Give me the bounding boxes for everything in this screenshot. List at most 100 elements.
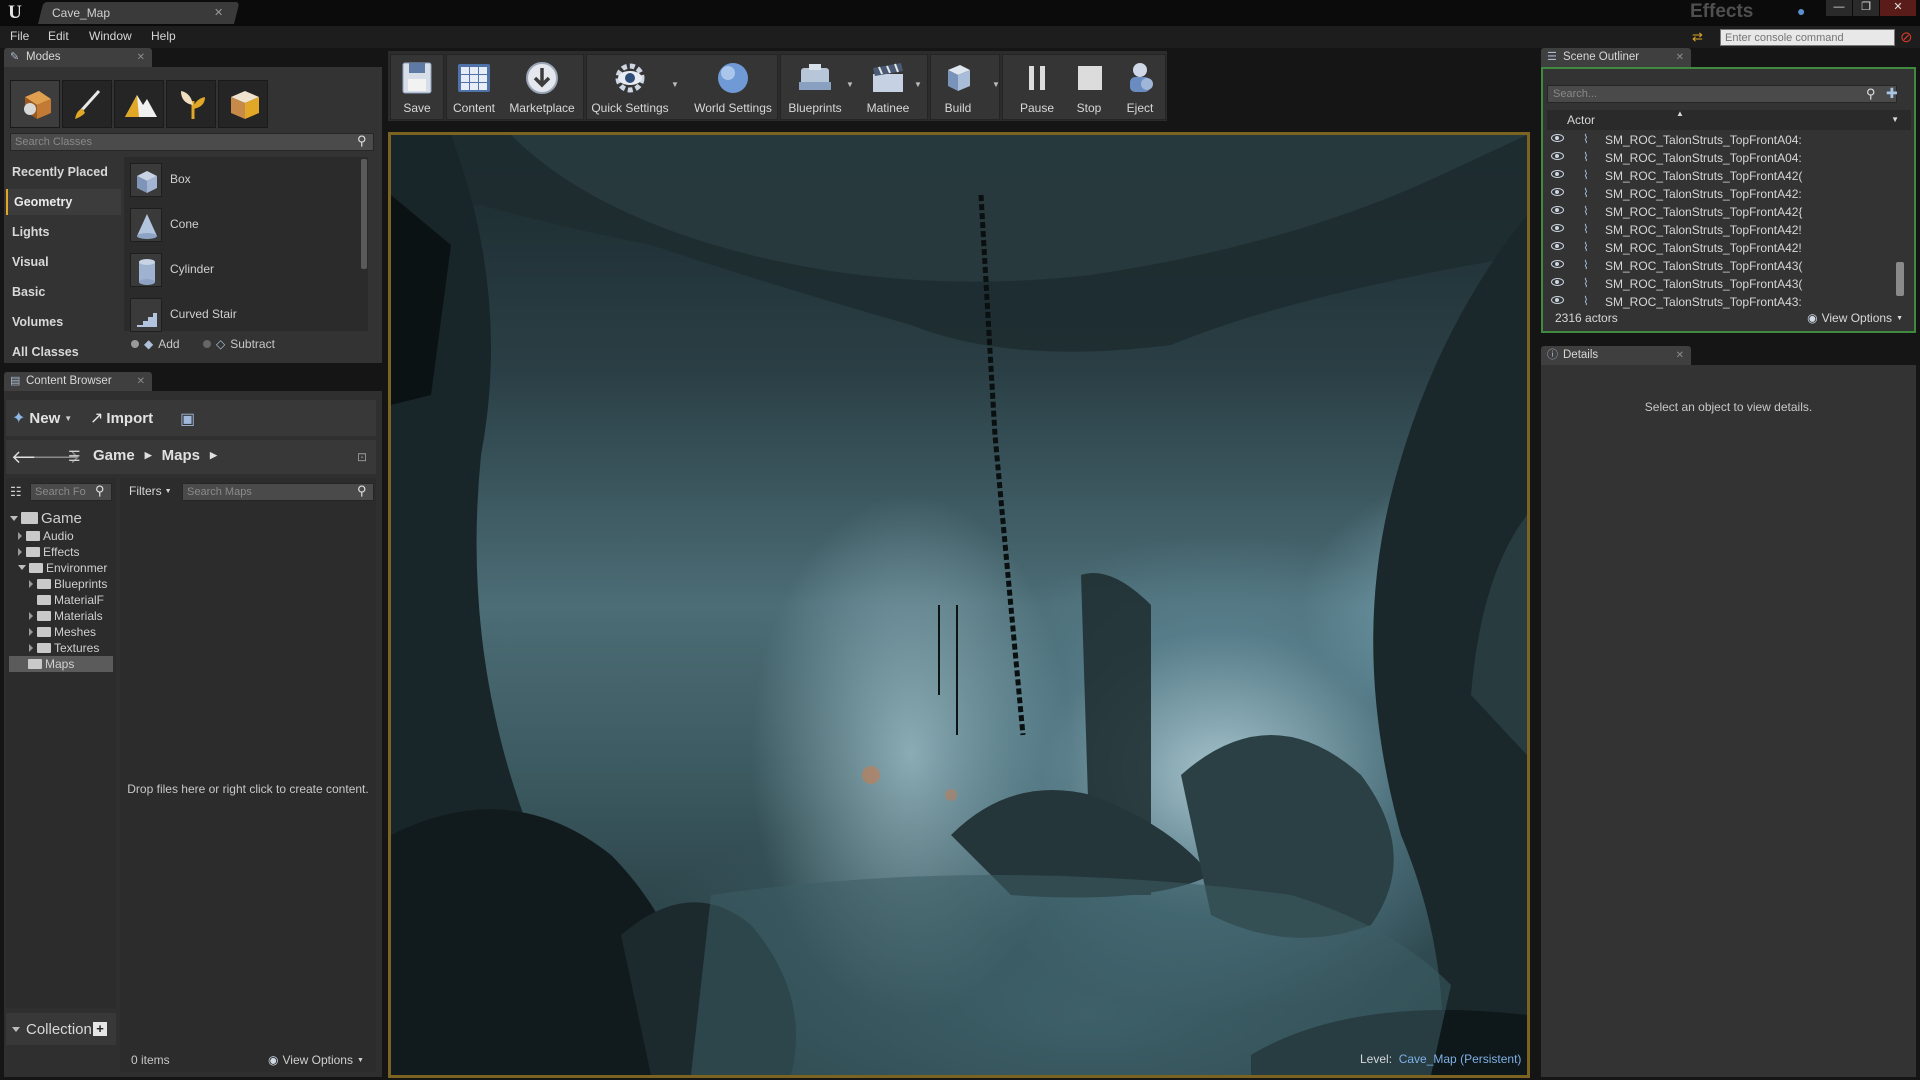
geometry-mode-button[interactable] [218, 80, 268, 128]
outliner-row[interactable]: ⌇ SM_ROC_TalonStruts_TopFrontA42! [1547, 239, 1897, 257]
menu-window[interactable]: Window [89, 29, 132, 43]
class-item-cylinder[interactable]: Cylinder [128, 249, 358, 291]
tab-modes[interactable]: ✎ Modes ✕ [4, 48, 152, 67]
eject-button[interactable]: Eject [1116, 57, 1164, 117]
collections-header[interactable]: Collection [12, 1021, 92, 1038]
tree-item-meshes[interactable]: Meshes [29, 625, 114, 639]
filters-button[interactable]: Filters ▼ [129, 484, 172, 498]
outliner-row[interactable]: ⌇ SM_ROC_TalonStruts_TopFrontA42! [1547, 221, 1897, 239]
search-classes-input[interactable]: Search Classes [10, 133, 374, 151]
brush-add-option[interactable]: ◆ Add [131, 337, 180, 351]
category-lights[interactable]: Lights [6, 219, 121, 245]
add-collection-icon[interactable]: + [93, 1022, 107, 1036]
visibility-eye-icon[interactable] [1551, 242, 1564, 250]
world-settings-button[interactable]: World Settings [690, 57, 776, 117]
menu-file[interactable]: File [10, 29, 29, 43]
outliner-row[interactable]: ⌇ SM_ROC_TalonStruts_TopFrontA43( [1547, 275, 1897, 293]
chevron-right-icon[interactable]: ▶ [210, 450, 217, 461]
chevron-down-icon[interactable]: ▼ [992, 80, 1000, 89]
tree-root-game[interactable]: Game [10, 510, 82, 527]
tree-item-audio[interactable]: Audio [18, 529, 74, 543]
category-visual[interactable]: Visual [6, 249, 121, 275]
console-command-input[interactable] [1720, 29, 1895, 46]
notification-icon[interactable]: ● [1797, 3, 1805, 19]
create-folder-icon[interactable]: ✚ [1886, 85, 1898, 102]
outliner-column-header[interactable]: Actor ▲ ▼ [1547, 109, 1911, 130]
build-button[interactable]: Build [932, 57, 984, 117]
save-all-icon[interactable]: ▣ [180, 409, 195, 429]
outliner-view-options-button[interactable]: ◉ View Options ▼ [1807, 311, 1903, 325]
save-button[interactable]: Save [392, 57, 442, 117]
close-icon[interactable]: ✕ [137, 372, 145, 391]
import-button[interactable]: ↗ Import [90, 408, 153, 428]
outliner-row[interactable]: ⌇ SM_ROC_TalonStruts_TopFrontA42: [1547, 185, 1897, 203]
place-mode-button[interactable] [10, 80, 60, 128]
foliage-mode-button[interactable] [166, 80, 216, 128]
visibility-eye-icon[interactable] [1551, 188, 1564, 196]
content-button[interactable]: Content [448, 57, 500, 117]
tree-item-blueprints[interactable]: Blueprints [29, 577, 114, 591]
class-item-cone[interactable]: Cone [128, 204, 358, 246]
class-list-scrollbar[interactable] [361, 159, 367, 269]
minimize-button[interactable]: — [1826, 0, 1852, 16]
lock-icon[interactable]: ⊡ [357, 450, 367, 464]
unreal-logo-icon[interactable]: U [4, 2, 26, 24]
tree-item-materialf[interactable]: MaterialF [29, 593, 114, 607]
category-geometry[interactable]: Geometry [6, 189, 121, 215]
blueprints-button[interactable]: Blueprints [782, 57, 848, 117]
close-icon[interactable]: ✕ [1676, 48, 1684, 67]
tab-scene-outliner[interactable]: ☰ Scene Outliner ✕ [1541, 48, 1691, 67]
chevron-down-icon[interactable]: ▼ [914, 80, 922, 89]
matinee-button[interactable]: Matinee [858, 57, 918, 117]
breadcrumb-maps[interactable]: Maps [162, 447, 200, 464]
brush-subtract-option[interactable]: ◇ Subtract [203, 337, 275, 351]
new-asset-button[interactable]: ✦ New ▼ [12, 408, 72, 428]
visibility-eye-icon[interactable] [1551, 224, 1564, 232]
visibility-eye-icon[interactable] [1551, 296, 1564, 304]
visibility-eye-icon[interactable] [1551, 134, 1564, 142]
tree-item-materials[interactable]: Materials [29, 609, 114, 623]
close-window-button[interactable]: ✕ [1880, 0, 1916, 16]
chevron-down-icon[interactable]: ▼ [846, 80, 854, 89]
class-item-box[interactable]: Box [128, 159, 358, 201]
visibility-eye-icon[interactable] [1551, 260, 1564, 268]
chevron-down-icon[interactable]: ▼ [671, 80, 679, 89]
category-all-classes[interactable]: All Classes [6, 339, 121, 365]
chevron-down-icon[interactable]: ▼ [1891, 115, 1899, 124]
category-volumes[interactable]: Volumes [6, 309, 121, 335]
path-list-icon[interactable]: ☰ [68, 448, 81, 465]
restore-button[interactable]: ❐ [1853, 0, 1879, 16]
category-basic[interactable]: Basic [6, 279, 121, 305]
stop-button[interactable]: Stop [1064, 57, 1114, 117]
sources-toggle-icon[interactable]: ☷ [10, 484, 22, 500]
view-options-button[interactable]: ◉ View Options ▼ [268, 1053, 364, 1067]
close-icon[interactable]: ✕ [1676, 346, 1684, 365]
level-name[interactable]: Cave_Map (Persistent) [1399, 1052, 1522, 1066]
outliner-scrollbar[interactable] [1896, 262, 1904, 296]
level-viewport[interactable] [391, 135, 1527, 1075]
outliner-search-input[interactable]: Search... [1547, 85, 1897, 103]
pause-button[interactable]: Pause [1012, 57, 1062, 117]
landscape-mode-button[interactable] [114, 80, 164, 128]
search-maps-input[interactable]: Search Maps [182, 483, 374, 501]
tree-item-effects[interactable]: Effects [18, 545, 79, 559]
quick-settings-button[interactable]: Quick Settings [588, 57, 672, 117]
tab-details[interactable]: ⓘ Details ✕ [1541, 346, 1691, 365]
outliner-row[interactable]: ⌇ SM_ROC_TalonStruts_TopFrontA43( [1547, 257, 1897, 275]
tree-item-environment[interactable]: Environmer [18, 561, 114, 575]
chevron-right-icon[interactable]: ▶ [145, 450, 152, 461]
marketplace-button[interactable]: Marketplace [503, 57, 581, 117]
tab-content-browser[interactable]: ▤ Content Browser ✕ [4, 372, 152, 391]
paint-mode-button[interactable] [62, 80, 112, 128]
visibility-eye-icon[interactable] [1551, 278, 1564, 286]
close-tab-icon[interactable]: ✕ [214, 4, 223, 22]
category-recently-placed[interactable]: Recently Placed [6, 159, 121, 185]
class-item-curved-stair[interactable]: Curved Stair [128, 294, 358, 336]
outliner-row[interactable]: ⌇ SM_ROC_TalonStruts_TopFrontA42( [1547, 167, 1897, 185]
visibility-eye-icon[interactable] [1551, 206, 1564, 214]
outliner-row[interactable]: ⌇ SM_ROC_TalonStruts_TopFrontA04: [1547, 149, 1897, 167]
breadcrumb-game[interactable]: Game [93, 447, 135, 464]
source-control-icon[interactable]: ⇄ [1692, 29, 1703, 45]
close-icon[interactable]: ✕ [137, 48, 145, 67]
tree-item-textures[interactable]: Textures [29, 641, 114, 655]
